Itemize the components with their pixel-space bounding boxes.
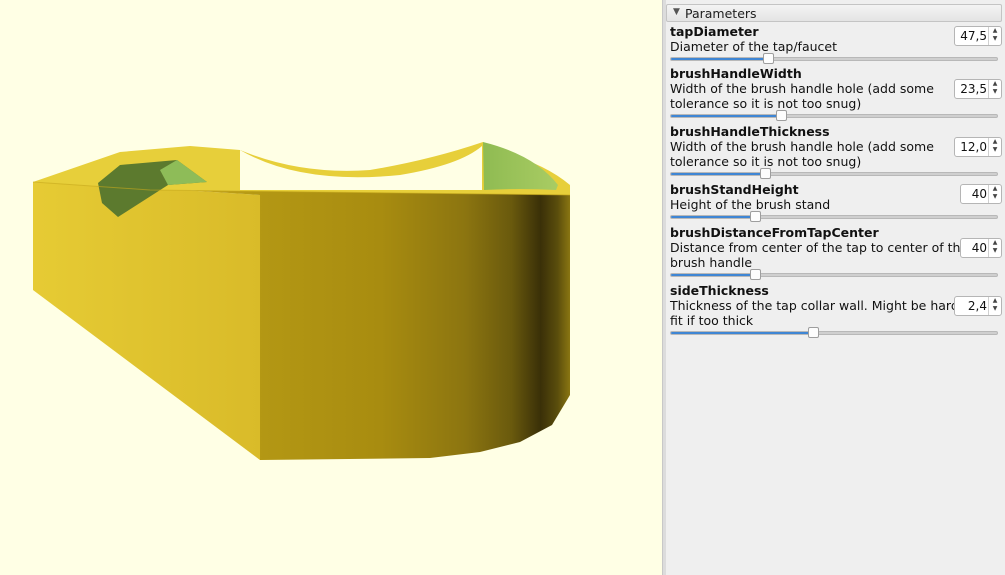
model-left-face [33,182,260,460]
param-description: Diameter of the tap/faucet [670,39,837,54]
parameters-title: Parameters [685,6,757,21]
model-collar-inner-wall [483,142,558,190]
param-value[interactable]: 40 [972,241,987,255]
param-description: Distance from center of the tap to cente… [670,240,969,270]
param-name: brushHandleWidth [670,66,802,81]
spin-arrows-icon[interactable]: ▲ ▼ [988,239,1001,257]
spin-arrows-icon[interactable]: ▲ ▼ [988,27,1001,45]
slider-handle[interactable] [749,269,761,280]
param-value[interactable]: 12,0 [960,140,987,154]
param-name: brushHandleThickness [670,124,830,139]
param-value[interactable]: 23,5 [960,82,987,96]
parameters-panel: ▼ Parameters tapDiameter Diameter of the … [666,0,1005,575]
param-description: Height of the brush stand [670,197,831,212]
3d-viewport[interactable] [0,0,662,575]
param-name: tapDiameter [670,24,759,39]
param-description: Width of the brush handle hole (add some… [670,139,934,169]
param-slider[interactable] [670,168,998,179]
spin-arrows-icon[interactable]: ▲ ▼ [988,80,1001,98]
spin-arrows-icon[interactable]: ▲ ▼ [988,297,1001,315]
param-slider[interactable] [670,110,998,121]
param-description: Thickness of the tap collar wall. Might … [670,298,976,328]
param-value[interactable]: 40 [972,187,987,201]
slider-handle[interactable] [775,110,787,121]
param-slider[interactable] [670,53,998,64]
param-description: Width of the brush handle hole (add some… [670,81,934,111]
slider-handle[interactable] [762,53,774,64]
parameters-header[interactable]: ▼ Parameters [666,4,1002,22]
slider-handle[interactable] [749,211,761,222]
spin-arrows-icon[interactable]: ▲ ▼ [988,185,1001,203]
param-value-spinbox[interactable]: 12,0 ▲ ▼ [954,137,1002,157]
spin-arrows-icon[interactable]: ▲ ▼ [988,138,1001,156]
param-value-spinbox[interactable]: 2,4 ▲ ▼ [954,296,1002,316]
param-value-spinbox[interactable]: 47,5 ▲ ▼ [954,26,1002,46]
slider-handle[interactable] [808,327,820,338]
param-value[interactable]: 47,5 [960,29,987,43]
param-value-spinbox[interactable]: 40 ▲ ▼ [960,184,1002,204]
param-name: brushDistanceFromTapCenter [670,225,879,240]
param-name: brushStandHeight [670,182,799,197]
param-value-spinbox[interactable]: 40 ▲ ▼ [960,238,1002,258]
3d-model-render [32,142,571,460]
param-value[interactable]: 2,4 [968,299,987,313]
param-slider[interactable] [670,211,998,222]
param-slider[interactable] [670,327,998,338]
triangle-down-icon[interactable]: ▼ [673,7,680,17]
slider-handle[interactable] [759,168,771,179]
param-slider[interactable] [670,269,998,280]
param-name: sideThickness [670,283,769,298]
model-collar-opening [240,146,482,190]
param-value-spinbox[interactable]: 23,5 ▲ ▼ [954,79,1002,99]
